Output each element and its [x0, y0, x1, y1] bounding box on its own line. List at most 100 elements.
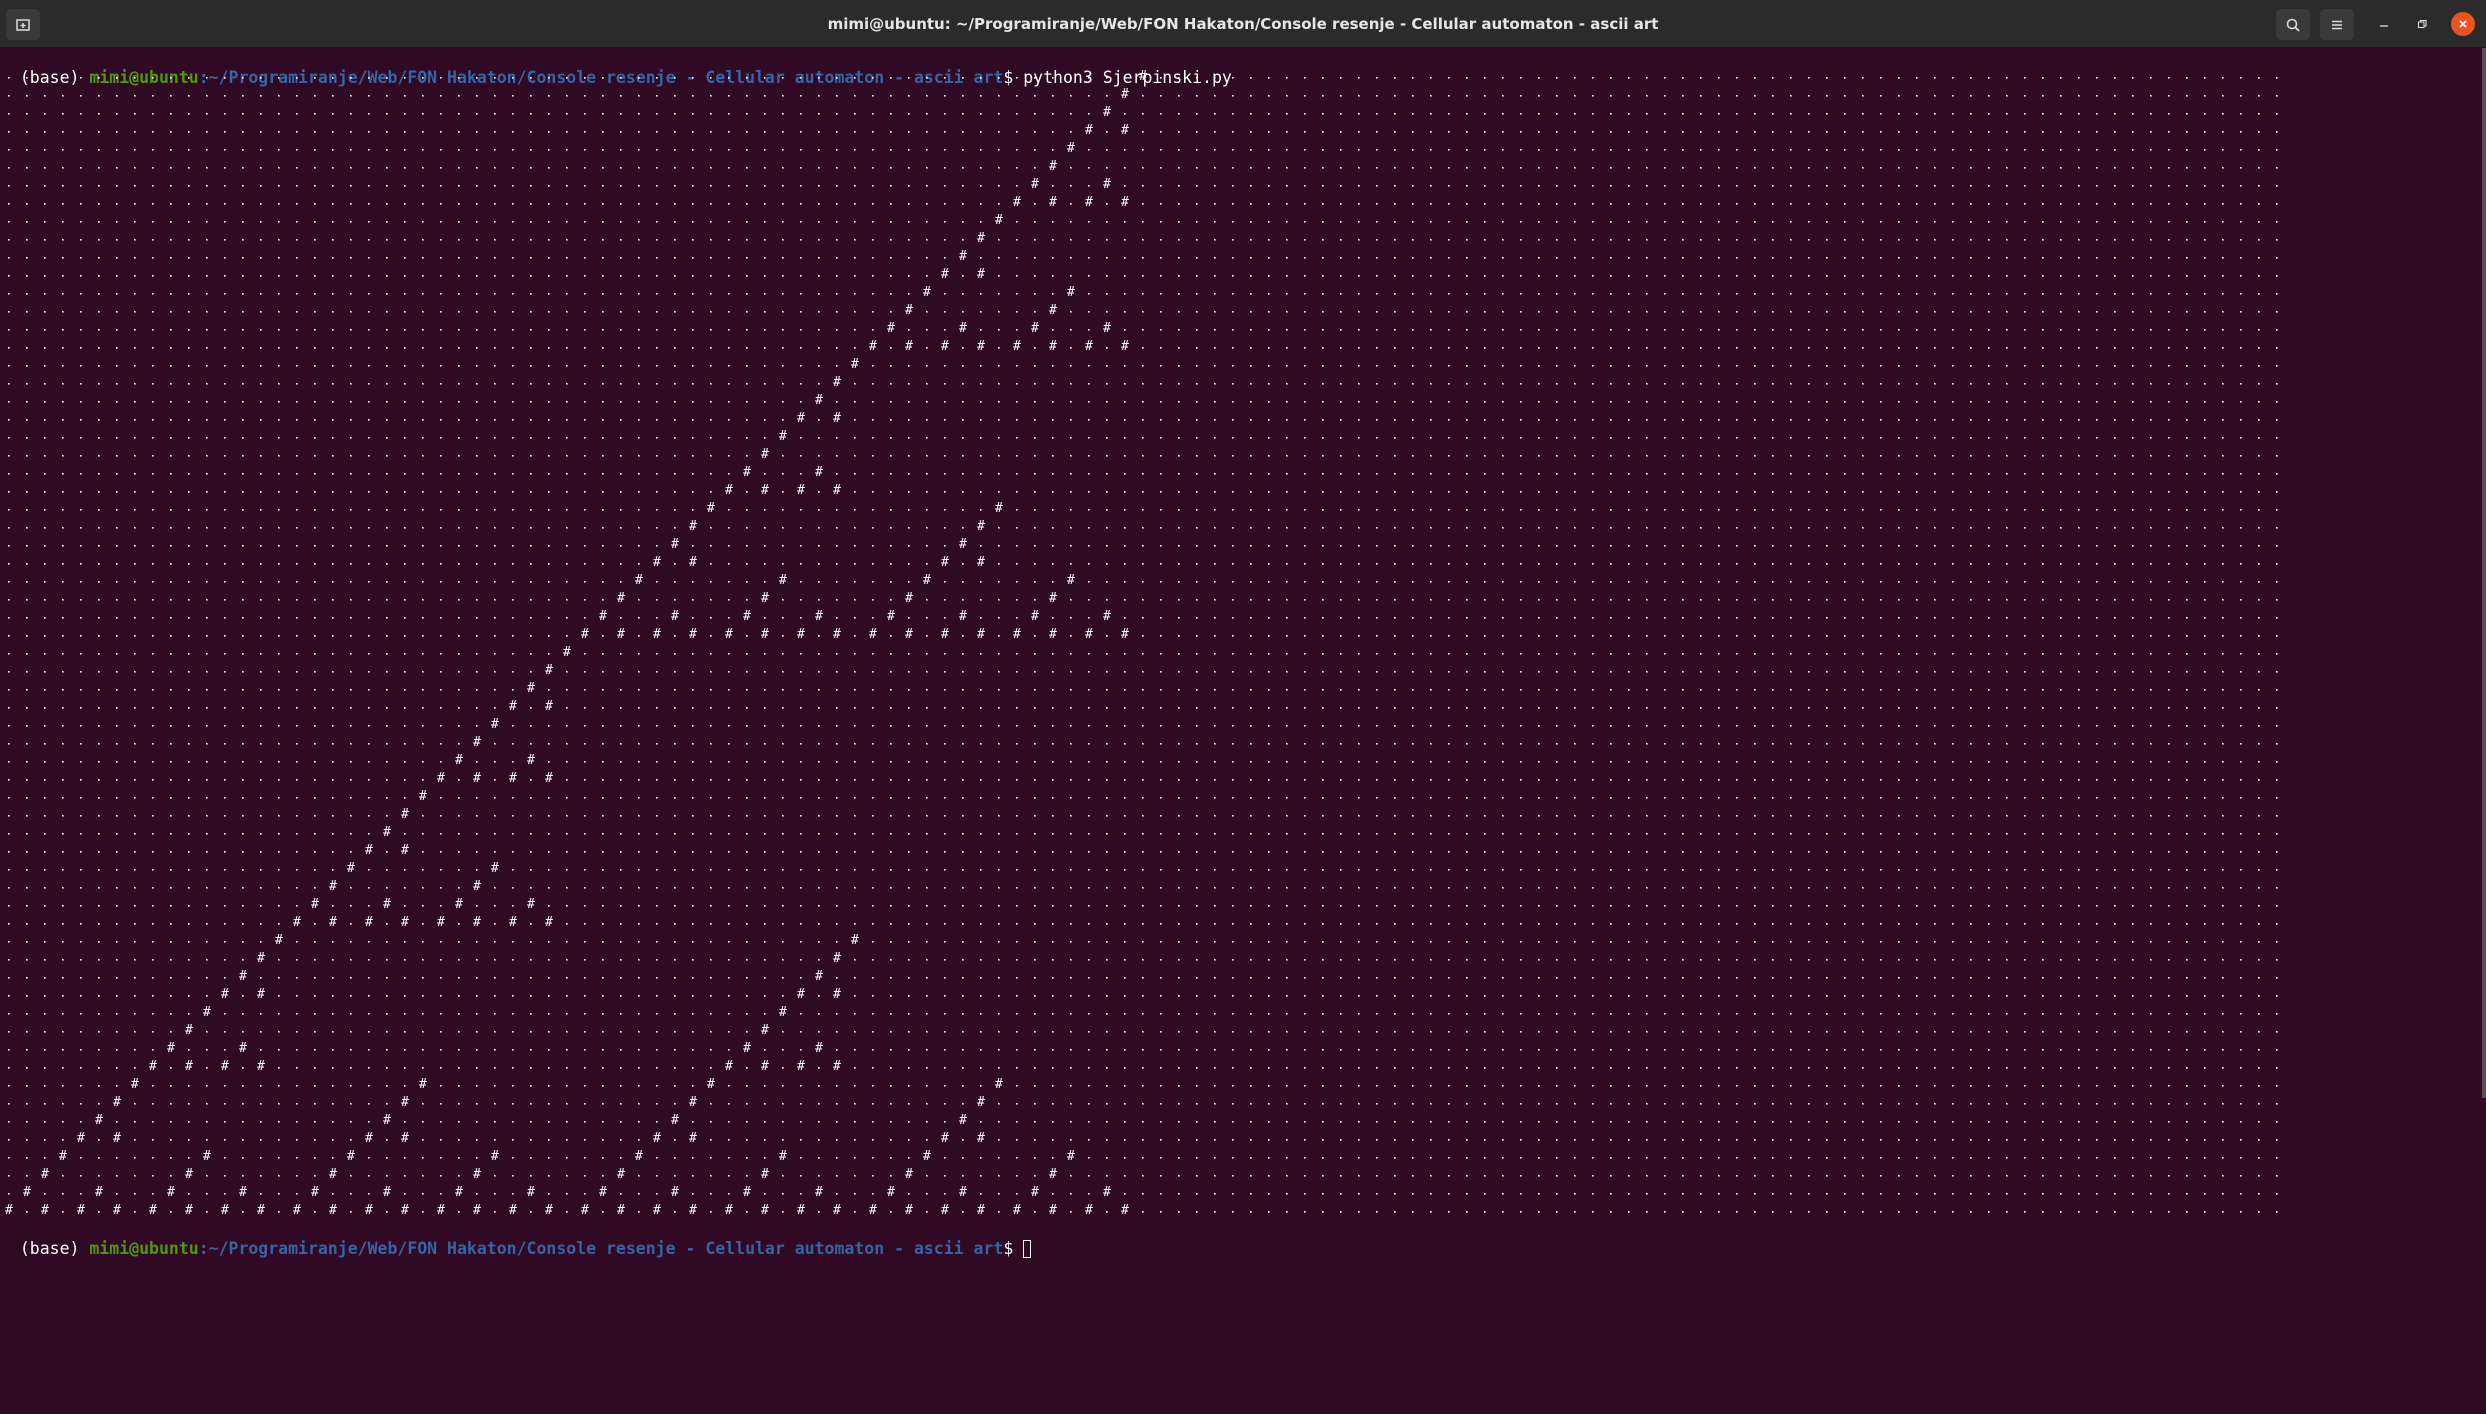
live-cell-hash: # [689, 1131, 697, 1146]
live-cell-hash: # [239, 1041, 247, 1056]
live-cell-hash: # [455, 1185, 463, 1200]
live-cell-hash: # [653, 1203, 661, 1218]
live-cell-hash: # [779, 429, 787, 444]
live-cell-hash: # [95, 1185, 103, 1200]
live-cell-hash: # [1121, 339, 1129, 354]
minimize-button[interactable] [2372, 12, 2396, 36]
live-cell-hash: # [113, 1131, 121, 1146]
live-cell-hash: # [1049, 159, 1057, 174]
live-cell-hash: # [1067, 573, 1075, 588]
live-cell-hash: # [995, 501, 1003, 516]
live-cell-hash: # [1121, 195, 1129, 210]
live-cell-hash: # [977, 519, 985, 534]
live-cell-hash: # [743, 1041, 751, 1056]
live-cell-hash: # [707, 1077, 715, 1092]
live-cell-hash: # [761, 447, 769, 462]
live-cell-hash: # [167, 1185, 175, 1200]
live-cell-hash: # [221, 987, 229, 1002]
menu-button[interactable] [2320, 9, 2354, 40]
live-cell-hash: # [455, 897, 463, 912]
live-cell-hash: # [635, 1149, 643, 1164]
live-cell-hash: # [797, 987, 805, 1002]
live-cell-hash: # [383, 897, 391, 912]
live-cell-hash: # [797, 483, 805, 498]
live-cell-hash: # [959, 1185, 967, 1200]
live-cell-hash: # [527, 1185, 535, 1200]
live-cell-hash: # [149, 1203, 157, 1218]
live-cell-hash: # [383, 1185, 391, 1200]
live-cell-hash: # [329, 915, 337, 930]
live-cell-hash: # [851, 357, 859, 372]
live-cell-hash: # [239, 1185, 247, 1200]
text-cursor[interactable] [1023, 1240, 1032, 1258]
live-cell-hash: # [1103, 321, 1111, 336]
live-cell-hash: # [779, 1149, 787, 1164]
live-cell-hash: # [671, 1185, 679, 1200]
live-cell-hash: # [761, 1167, 769, 1182]
live-cell-hash: # [761, 1059, 769, 1074]
live-cell-hash: # [527, 897, 535, 912]
live-cell-hash: # [959, 1113, 967, 1128]
live-cell-hash: # [977, 555, 985, 570]
live-cell-hash: # [797, 627, 805, 642]
live-cell-hash: # [617, 627, 625, 642]
live-cell-hash: # [977, 1131, 985, 1146]
live-cell-hash: # [437, 915, 445, 930]
minimize-icon [2380, 25, 2388, 27]
new-tab-button[interactable] [6, 9, 40, 40]
live-cell-hash: # [959, 321, 967, 336]
live-cell-hash: # [761, 1023, 769, 1038]
live-cell-hash: # [1121, 1203, 1129, 1218]
live-cell-hash: # [563, 645, 571, 660]
live-cell-hash: # [545, 915, 553, 930]
live-cell-hash: # [941, 1203, 949, 1218]
live-cell-hash: # [275, 933, 283, 948]
live-cell-hash: # [401, 1095, 409, 1110]
live-cell-hash: # [455, 753, 463, 768]
live-cell-hash: # [653, 627, 661, 642]
live-cell-hash: # [833, 375, 841, 390]
prompt-line-2: (base) mimi@ubuntu:~/Programiranje/Web/F… [0, 1219, 1032, 1259]
live-cell-hash: # [437, 1203, 445, 1218]
live-cell-hash: # [905, 627, 913, 642]
live-cell-hash: # [833, 987, 841, 1002]
live-cell-hash: # [761, 627, 769, 642]
live-cell-hash: # [707, 501, 715, 516]
live-cell-hash: # [1103, 1185, 1111, 1200]
live-cell-hash: # [671, 537, 679, 552]
live-cell-hash: # [257, 1059, 265, 1074]
search-button[interactable] [2276, 9, 2310, 40]
close-button[interactable] [2451, 12, 2475, 36]
live-cell-hash: # [743, 465, 751, 480]
live-cell-hash: # [293, 915, 301, 930]
live-cell-hash: # [599, 1185, 607, 1200]
maximize-button[interactable] [2410, 12, 2434, 36]
live-cell-hash: # [491, 717, 499, 732]
live-cell-hash: # [437, 771, 445, 786]
live-cell-hash: # [509, 1203, 517, 1218]
live-cell-hash: # [905, 339, 913, 354]
live-cell-hash: # [473, 879, 481, 894]
live-cell-hash: # [347, 1149, 355, 1164]
live-cell-hash: # [617, 591, 625, 606]
live-cell-hash: # [617, 1203, 625, 1218]
live-cell-hash: # [1121, 123, 1129, 138]
live-cell-hash: # [635, 573, 643, 588]
live-cell-hash: # [185, 1023, 193, 1038]
live-cell-hash: # [779, 1005, 787, 1020]
live-cell-hash: # [257, 1203, 265, 1218]
live-cell-hash: # [1031, 1185, 1039, 1200]
live-cell-hash: # [527, 681, 535, 696]
live-cell-hash: # [401, 807, 409, 822]
live-cell-hash: # [545, 699, 553, 714]
live-cell-hash: # [1031, 177, 1039, 192]
live-cell-hash: # [95, 1113, 103, 1128]
dead-cell-dots [8, 77, 2278, 1213]
live-cell-hash: # [1049, 1167, 1057, 1182]
live-cell-hash: # [887, 609, 895, 624]
live-cell-hash: # [851, 933, 859, 948]
scrollbar[interactable] [2482, 48, 2486, 1098]
live-cell-hash: # [401, 1131, 409, 1146]
live-cell-hash: # [743, 609, 751, 624]
live-cell-hash: # [545, 771, 553, 786]
